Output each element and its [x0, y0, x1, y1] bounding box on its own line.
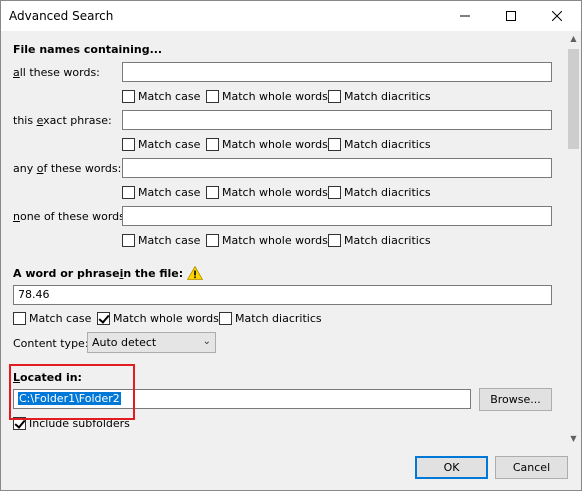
none-words-label: none of these words: [13, 210, 129, 223]
content-match-whole-words[interactable]: Match whole words [97, 312, 219, 325]
any-words-match-case[interactable]: Match case [122, 186, 200, 199]
maximize-icon [506, 11, 516, 21]
checkbox[interactable] [219, 312, 232, 325]
maximize-button[interactable] [488, 1, 534, 31]
browse-button[interactable]: Browse... [479, 388, 552, 411]
checkbox[interactable] [97, 312, 110, 325]
all-words-input[interactable] [122, 62, 552, 82]
any-words-match-whole-words[interactable]: Match whole words [206, 186, 328, 199]
content-type-label: Content type: [13, 337, 89, 350]
highlight-annotation [9, 364, 135, 420]
any-words-input[interactable] [122, 158, 552, 178]
advanced-search-dialog: Advanced Search ▲ ▼ File names containin… [0, 0, 582, 491]
ok-button[interactable]: OK [415, 456, 488, 479]
minimize-button[interactable] [442, 1, 488, 31]
all-words-match-whole-words[interactable]: Match whole words [206, 90, 328, 103]
minimize-icon [460, 15, 470, 17]
none-words-match-diacritics[interactable]: Match diacritics [328, 234, 431, 247]
checkbox[interactable] [328, 138, 341, 151]
content-heading: A word or phrase in the file: [13, 266, 204, 280]
any-words-label: any of these words: [13, 162, 122, 175]
checkbox[interactable] [206, 138, 219, 151]
checkbox[interactable] [122, 186, 135, 199]
any-words-match-diacritics[interactable]: Match diacritics [328, 186, 431, 199]
exact-phrase-label: this exact phrase: [13, 114, 112, 127]
content-match-diacritics[interactable]: Match diacritics [219, 312, 322, 325]
checkbox[interactable] [206, 90, 219, 103]
checkbox[interactable] [122, 90, 135, 103]
content-type-select[interactable]: Auto detect ⌄ [87, 332, 216, 353]
title-bar: Advanced Search [1, 1, 581, 31]
exact-phrase-input[interactable] [122, 110, 552, 130]
cancel-button[interactable]: Cancel [495, 456, 568, 479]
window-title: Advanced Search [9, 9, 114, 23]
none-words-match-whole-words[interactable]: Match whole words [206, 234, 328, 247]
filenames-heading: File names containing... [13, 43, 163, 56]
close-icon [552, 11, 562, 21]
none-words-input[interactable] [122, 206, 552, 226]
exact-phrase-match-diacritics[interactable]: Match diacritics [328, 138, 431, 151]
close-button[interactable] [534, 1, 580, 31]
checkbox[interactable] [206, 234, 219, 247]
checkbox[interactable] [13, 312, 26, 325]
all-words-match-diacritics[interactable]: Match diacritics [328, 90, 431, 103]
chevron-down-icon: ⌄ [202, 336, 211, 347]
exact-phrase-match-whole-words[interactable]: Match whole words [206, 138, 328, 151]
scrollbar-thumb[interactable] [568, 49, 579, 149]
scroll-down-icon[interactable]: ▼ [566, 431, 581, 446]
checkbox[interactable] [328, 90, 341, 103]
all-words-label: all these words: [13, 66, 100, 79]
checkbox[interactable] [122, 234, 135, 247]
all-words-match-case[interactable]: Match case [122, 90, 200, 103]
warning-icon [187, 266, 204, 280]
scroll-up-icon[interactable]: ▲ [566, 31, 581, 46]
checkbox[interactable] [328, 234, 341, 247]
checkbox[interactable] [122, 138, 135, 151]
vertical-scrollbar[interactable]: ▲ ▼ [566, 31, 581, 446]
none-words-match-case[interactable]: Match case [122, 234, 200, 247]
checkbox[interactable] [328, 186, 341, 199]
content-phrase-input[interactable]: 78.46 [13, 285, 552, 305]
checkbox[interactable] [206, 186, 219, 199]
content-match-case[interactable]: Match case [13, 312, 91, 325]
exact-phrase-match-case[interactable]: Match case [122, 138, 200, 151]
